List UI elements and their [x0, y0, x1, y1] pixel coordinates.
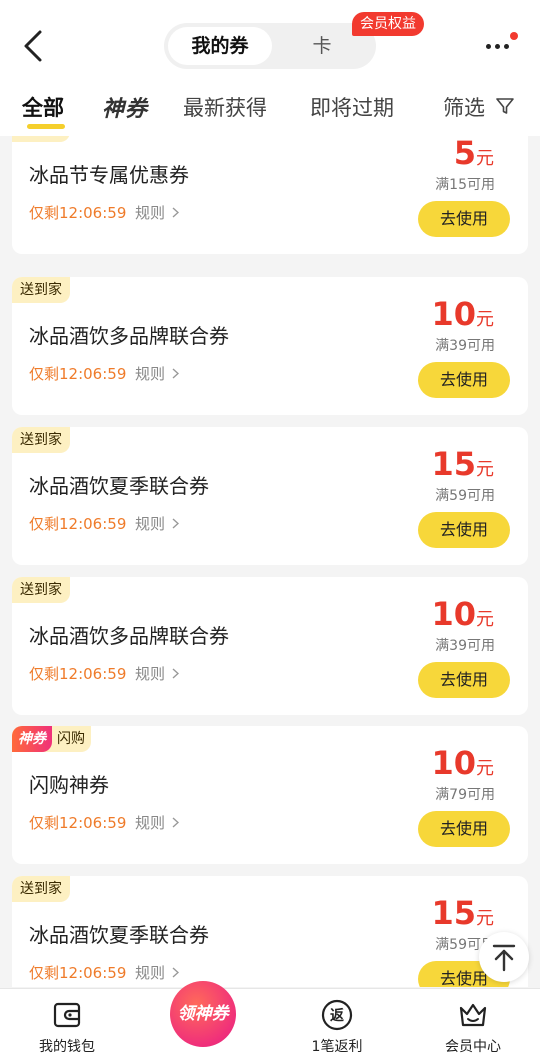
coupon-condition: 满39可用 — [435, 338, 495, 354]
coupon-amount: 10元 — [431, 295, 494, 333]
rebate-icon: 返 — [321, 999, 353, 1031]
nav-wallet[interactable]: 我的钱包 — [12, 989, 122, 1060]
member-benefits-tag[interactable]: 会员权益 — [352, 12, 424, 36]
coupon-amount: 10元 — [431, 744, 494, 782]
svg-text:返: 返 — [330, 1007, 344, 1024]
rules-link[interactable]: 规则 — [135, 202, 165, 223]
coupon-card[interactable]: 送到家 冰品节专属优惠券 仅剩12:06:59 规则 5元 满15可用 去使用 — [12, 127, 528, 254]
tab-all[interactable]: 全部 — [22, 92, 64, 122]
expire-countdown: 仅剩12:06:59 — [29, 814, 127, 832]
coupon-title: 冰品酒饮夏季联合券 — [29, 923, 209, 947]
bottom-navigation: 我的钱包 领神券 返 1笔返利 会员中心 — [0, 981, 540, 1060]
crown-basket-icon — [459, 1003, 487, 1027]
tab-expiring[interactable]: 即将过期 — [310, 92, 394, 122]
expire-countdown: 仅剩12:06:59 — [29, 964, 127, 982]
notification-dot — [510, 32, 518, 40]
use-coupon-button[interactable]: 去使用 — [418, 362, 510, 398]
rules-link[interactable]: 规则 — [135, 513, 165, 534]
coupon-amount: 5元 — [453, 134, 494, 172]
get-shen-coupon-button[interactable]: 领神券 — [170, 981, 236, 1047]
arrow-up-icon — [492, 944, 516, 972]
nav-rebate-label: 1笔返利 — [311, 1039, 363, 1055]
chevron-right-icon — [172, 668, 179, 679]
coupon-list[interactable]: 送到家 冰品节专属优惠券 仅剩12:06:59 规则 5元 满15可用 去使用 … — [0, 127, 540, 987]
expire-countdown: 仅剩12:06:59 — [29, 515, 127, 533]
coupon-title: 冰品酒饮多品牌联合券 — [29, 624, 229, 648]
nav-member-label: 会员中心 — [445, 1039, 501, 1055]
coupon-title: 冰品酒饮多品牌联合券 — [29, 324, 229, 348]
expire-countdown: 仅剩12:06:59 — [29, 665, 127, 683]
use-coupon-button[interactable]: 去使用 — [418, 662, 510, 698]
chevron-right-icon — [172, 967, 179, 978]
chevron-right-icon — [172, 817, 179, 828]
coupon-condition: 满59可用 — [435, 488, 495, 504]
coupon-title: 冰品节专属优惠券 — [29, 163, 189, 187]
active-tab-indicator — [27, 124, 65, 129]
coupon-tabs: 全部 神券 最新获得 即将过期 筛选 — [0, 84, 540, 134]
coupon-amount: 10元 — [431, 595, 494, 633]
coupon-condition: 满15可用 — [435, 177, 495, 193]
coupon-card-segmented-control: 我的券 卡 — [164, 23, 376, 69]
back-arrow-icon[interactable] — [18, 28, 50, 64]
flash-sale-tag: 闪购 — [57, 731, 85, 747]
rules-link[interactable]: 规则 — [135, 363, 165, 384]
coupon-card[interactable]: 神券 闪购 闪购神券 仅剩12:06:59 规则 10元 满79可用 去使用 — [12, 726, 528, 864]
coupon-condition: 满39可用 — [435, 638, 495, 654]
chevron-right-icon — [172, 518, 179, 529]
coupon-title: 冰品酒饮夏季联合券 — [29, 474, 209, 498]
use-coupon-button[interactable]: 去使用 — [418, 201, 510, 237]
top-bar: 我的券 卡 会员权益 全部 神券 最新获得 即将过期 筛选 — [0, 0, 540, 136]
coupon-amount: 15元 — [431, 445, 494, 483]
nav-member-center[interactable]: 会员中心 — [418, 989, 528, 1060]
expire-countdown: 仅剩12:06:59 — [29, 204, 127, 222]
coupon-card[interactable]: 送到家 冰品酒饮夏季联合券 仅剩12:06:59 规则 15元 满59可用 去使… — [12, 876, 528, 987]
coupon-condition: 满79可用 — [435, 787, 495, 803]
use-coupon-button[interactable]: 去使用 — [418, 512, 510, 548]
rules-link[interactable]: 规则 — [135, 812, 165, 833]
nav-wallet-label: 我的钱包 — [39, 1039, 95, 1055]
coupon-title: 闪购神券 — [29, 773, 109, 797]
coupon-card[interactable]: 送到家 冰品酒饮多品牌联合券 仅剩12:06:59 规则 10元 满39可用 去… — [12, 277, 528, 415]
back-to-top-button[interactable] — [479, 932, 529, 982]
rules-link[interactable]: 规则 — [135, 663, 165, 684]
tab-shen-coupon[interactable]: 神券 — [102, 91, 148, 123]
more-options-icon[interactable] — [486, 32, 520, 60]
delivery-badge: 送到家 — [12, 876, 70, 902]
delivery-badge: 送到家 — [12, 277, 70, 303]
use-coupon-button[interactable]: 去使用 — [418, 811, 510, 847]
delivery-badge: 送到家 — [12, 427, 70, 453]
expire-countdown: 仅剩12:06:59 — [29, 365, 127, 383]
rules-link[interactable]: 规则 — [135, 962, 165, 983]
tab-filter[interactable]: 筛选 — [443, 92, 485, 122]
segment-my-coupons[interactable]: 我的券 — [168, 27, 272, 65]
chevron-right-icon — [172, 368, 179, 379]
nav-rebate[interactable]: 返 1笔返利 — [282, 989, 392, 1060]
wallet-icon — [53, 1002, 81, 1028]
filter-icon[interactable] — [495, 96, 515, 116]
tab-latest[interactable]: 最新获得 — [183, 92, 267, 122]
coupon-card[interactable]: 送到家 冰品酒饮多品牌联合券 仅剩12:06:59 规则 10元 满39可用 去… — [12, 577, 528, 715]
coupon-card[interactable]: 送到家 冰品酒饮夏季联合券 仅剩12:06:59 规则 15元 满59可用 去使… — [12, 427, 528, 565]
shen-coupon-tag: 神券 — [12, 726, 52, 752]
delivery-badge: 送到家 — [12, 577, 70, 603]
coupon-amount: 15元 — [431, 894, 494, 932]
shen-flash-badge: 神券 闪购 — [12, 726, 91, 752]
chevron-right-icon — [172, 207, 179, 218]
